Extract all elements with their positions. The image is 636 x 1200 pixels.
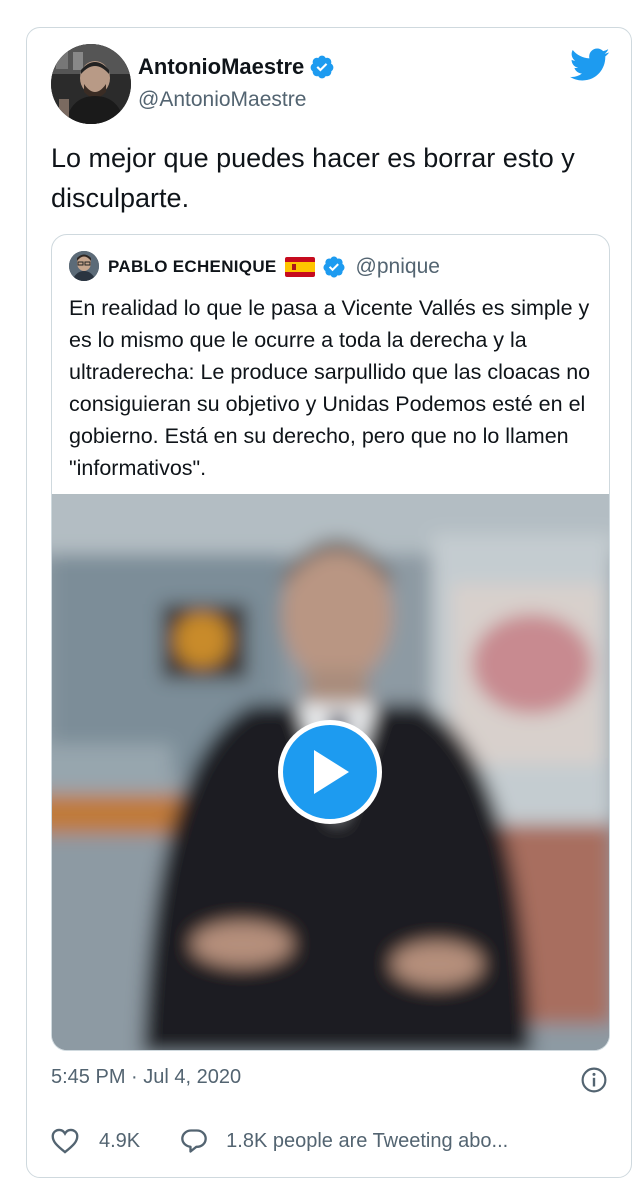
author-name-row[interactable]: AntonioMaestre <box>138 54 335 80</box>
verified-badge-icon <box>323 256 345 278</box>
like-count[interactable]: 4.9K <box>99 1130 140 1153</box>
author-handle[interactable]: @AntonioMaestre <box>138 88 306 112</box>
tweet-card[interactable]: AntonioMaestre @AntonioMaestre Lo mejor … <box>26 27 632 1178</box>
tweet-text: Lo mejor que puedes hacer es borrar esto… <box>51 143 575 213</box>
spain-flag-icon <box>284 257 315 277</box>
quoted-avatar-photo <box>69 251 99 281</box>
avatar-photo <box>51 44 131 124</box>
quoted-tweet-text: En realidad lo que le pasa a Vicente Val… <box>69 296 591 480</box>
play-icon <box>314 750 349 794</box>
video-player[interactable] <box>52 494 609 1050</box>
quoted-tweet[interactable]: PABLO ECHENIQUE @pnique En realidad lo q… <box>51 234 610 1051</box>
quoted-author-avatar[interactable] <box>69 251 99 281</box>
verified-badge-icon <box>310 55 334 79</box>
info-icon[interactable] <box>581 1067 607 1093</box>
twitter-bird-icon[interactable] <box>570 48 610 82</box>
heart-icon[interactable] <box>51 1128 79 1154</box>
tweet-actions: 4.9K 1.8K people are Tweeting abo... <box>51 1128 508 1154</box>
speech-bubble-icon[interactable] <box>180 1128 208 1154</box>
conversation-link[interactable]: 1.8K people are Tweeting abo... <box>226 1130 508 1153</box>
play-button[interactable] <box>278 720 382 824</box>
tweet-timestamp[interactable]: 5:45 PM · Jul 4, 2020 <box>51 1066 241 1089</box>
author-avatar[interactable] <box>51 44 131 124</box>
quoted-header[interactable]: PABLO ECHENIQUE @pnique <box>108 253 440 281</box>
author-name[interactable]: AntonioMaestre <box>138 54 304 80</box>
quoted-author-name[interactable]: PABLO ECHENIQUE <box>108 257 277 277</box>
quoted-author-handle[interactable]: @pnique <box>356 255 440 279</box>
